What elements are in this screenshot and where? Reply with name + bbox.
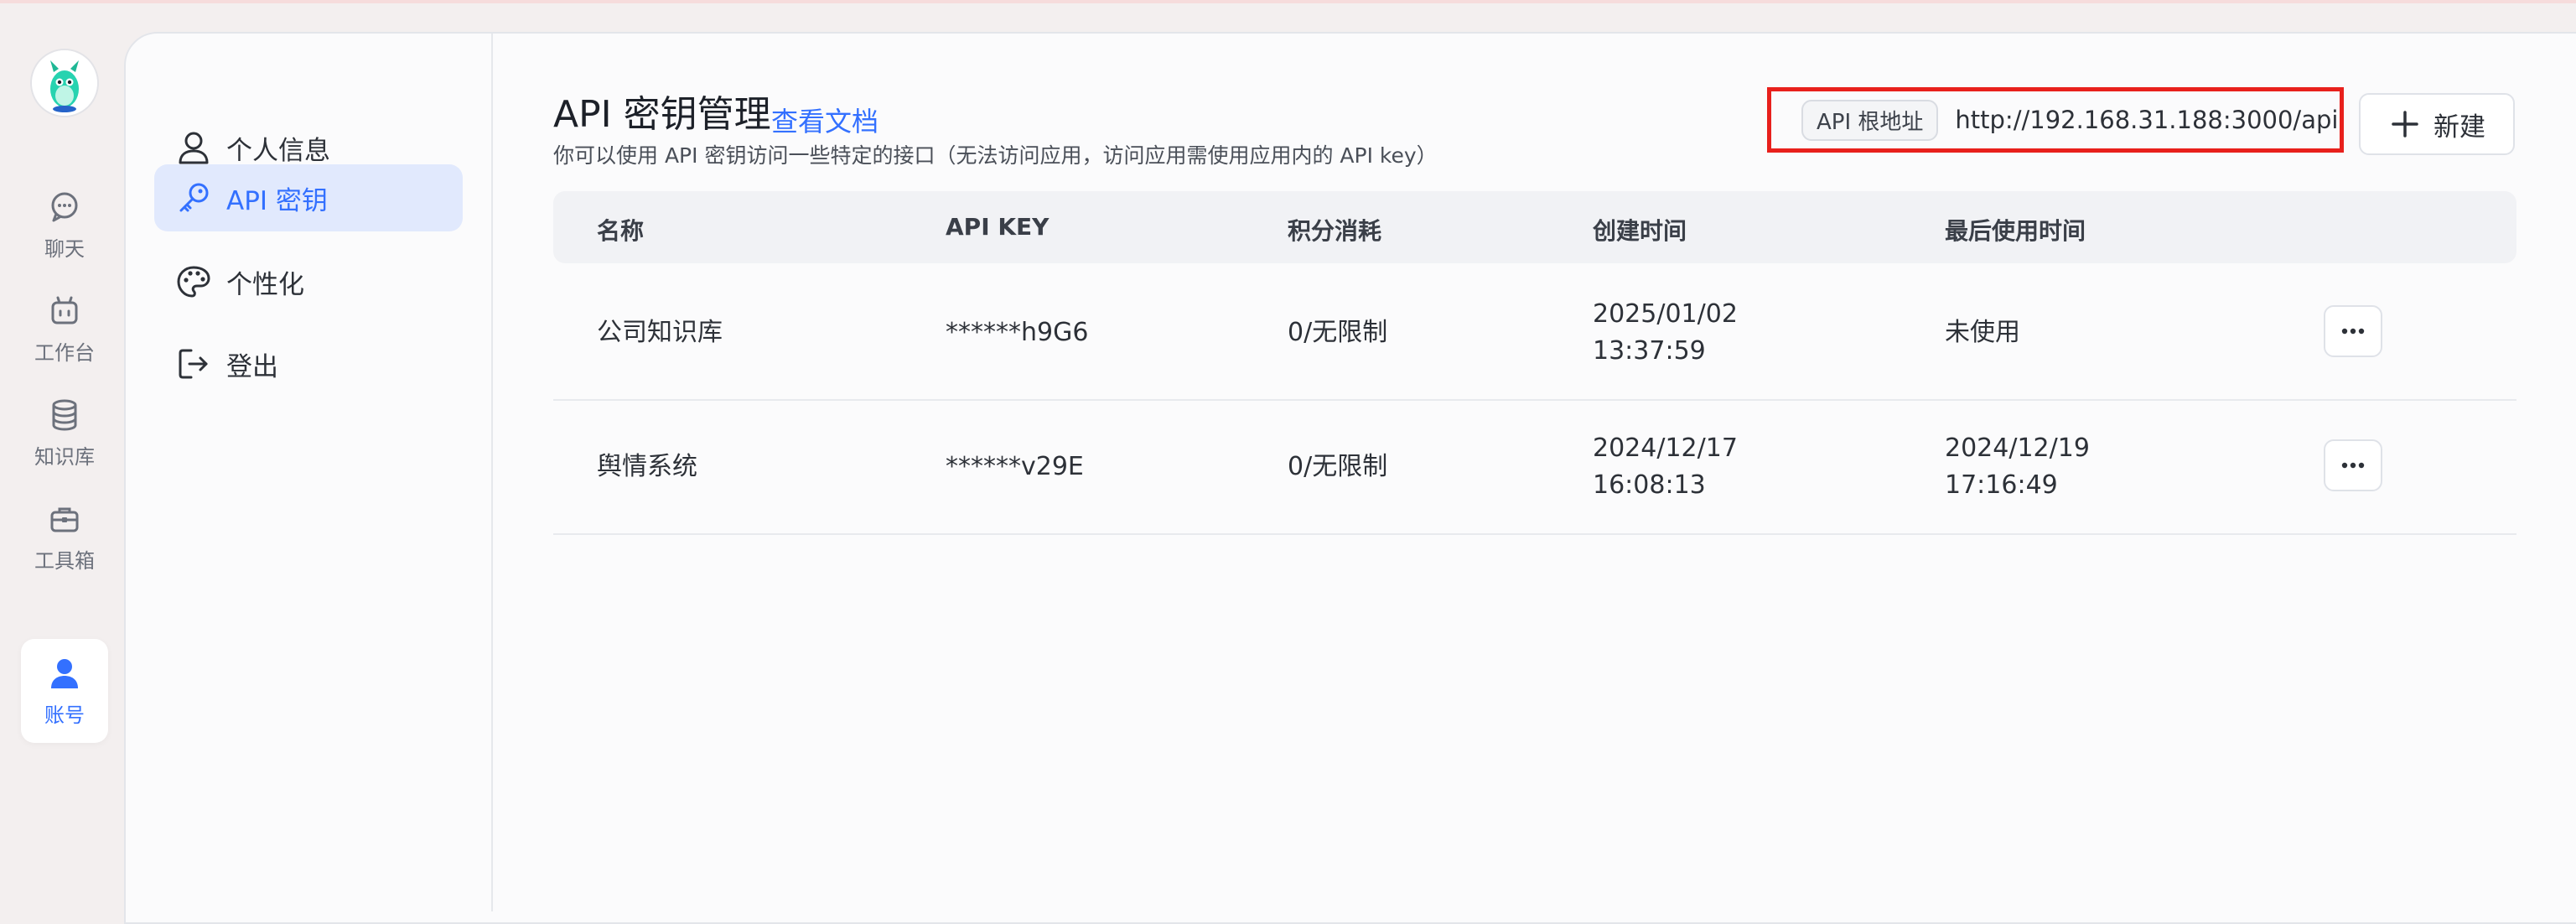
api-root-tag: API 根地址 [1801,99,1939,141]
robot-icon [51,296,78,324]
window-top-strip [0,0,2576,3]
page-title: API 密钥管理 [553,93,771,136]
key-icon [179,183,209,212]
api-root-url[interactable]: http://192.168.31.188:3000/api [1955,106,2338,134]
last-used: 未使用 [1945,318,2020,347]
subnav-item-label: 个性化 [226,269,304,300]
new-api-key-button[interactable]: 新建 [2359,93,2515,155]
rail-item-label: 账号 [44,703,85,727]
avatar[interactable] [30,49,99,117]
subnav-item-api-key[interactable]: API 密钥 [154,164,463,231]
rail-item-label: 知识库 [34,444,95,469]
rail-item-chat[interactable]: 聊天 [21,173,108,277]
row-more-button[interactable] [2324,305,2382,357]
logout-icon [179,349,208,379]
user-outline-icon [179,132,209,164]
key-value: ******v29E [946,452,1084,481]
created-time: 16:08:13 [1593,470,1706,500]
chat-icon [51,192,78,221]
subnav-item-label: API 密钥 [226,185,328,216]
key-value: ******h9G6 [946,318,1089,347]
account-subnav: 个人信息 API 密钥 个性化 登出 [124,34,493,911]
rail-item-label: 工作台 [34,340,95,365]
table-header: 名称 API KEY 积分消耗 创建时间 最后使用时间 [553,191,2516,263]
mascot-avatar-icon [32,50,97,116]
more-dots-icon [2341,328,2365,335]
rail-item-workbench[interactable]: 工作台 [21,277,108,381]
key-name: 舆情系统 [597,452,697,481]
view-docs-link[interactable]: 查看文档 [771,101,879,139]
new-button-label: 新建 [2433,112,2485,143]
rail-item-knowledge[interactable]: 知识库 [21,381,108,485]
rail-item-toolbox[interactable]: 工具箱 [21,485,108,589]
points-usage: 0/无限制 [1288,452,1388,481]
column-header-name: 名称 [597,217,645,245]
subnav-item-label: 个人信息 [226,135,330,166]
subnav-item-logout[interactable]: 登出 [154,330,463,397]
user-icon [51,658,78,688]
page-description: 你可以使用 API 密钥访问一些特定的接口（无法访问应用，访问应用需使用应用内的… [553,143,1438,168]
more-dots-icon [2341,462,2365,469]
column-header-api-key: API KEY [946,213,1050,241]
points-usage: 0/无限制 [1288,318,1388,347]
created-date: 2024/12/17 [1593,433,1738,463]
last-used-time: 17:16:49 [1945,470,2058,500]
subnav-item-personalize[interactable]: 个性化 [154,248,463,315]
rail-item-label: 工具箱 [34,548,95,573]
column-header-points: 积分消耗 [1288,217,1382,245]
row-more-button[interactable] [2324,439,2382,491]
last-used-date: 2024/12/19 [1945,433,2090,463]
column-header-last-used: 最后使用时间 [1945,217,2086,245]
app-rail: 聊天 工作台 知识库 工具箱 账号 [0,0,126,911]
created-time: 13:37:59 [1593,336,1706,366]
plus-icon [2392,111,2418,138]
api-root-address: API 根地址 http://192.168.31.188:3000/api [1767,87,2344,153]
subnav-item-label: 登出 [226,351,278,382]
palette-icon [177,266,210,298]
rail-item-account[interactable]: 账号 [21,639,108,743]
table-row: 舆情系统 ******v29E 0/无限制 2024/12/17 16:08:1… [553,399,2516,535]
toolbox-icon [50,507,79,532]
created-date: 2025/01/02 [1593,299,1738,329]
key-name: 公司知识库 [597,318,723,347]
column-header-created: 创建时间 [1593,217,1687,245]
rail-item-label: 聊天 [44,236,85,261]
table-row: 公司知识库 ******h9G6 0/无限制 2025/01/02 13:37:… [553,265,2516,401]
database-icon [52,399,77,431]
